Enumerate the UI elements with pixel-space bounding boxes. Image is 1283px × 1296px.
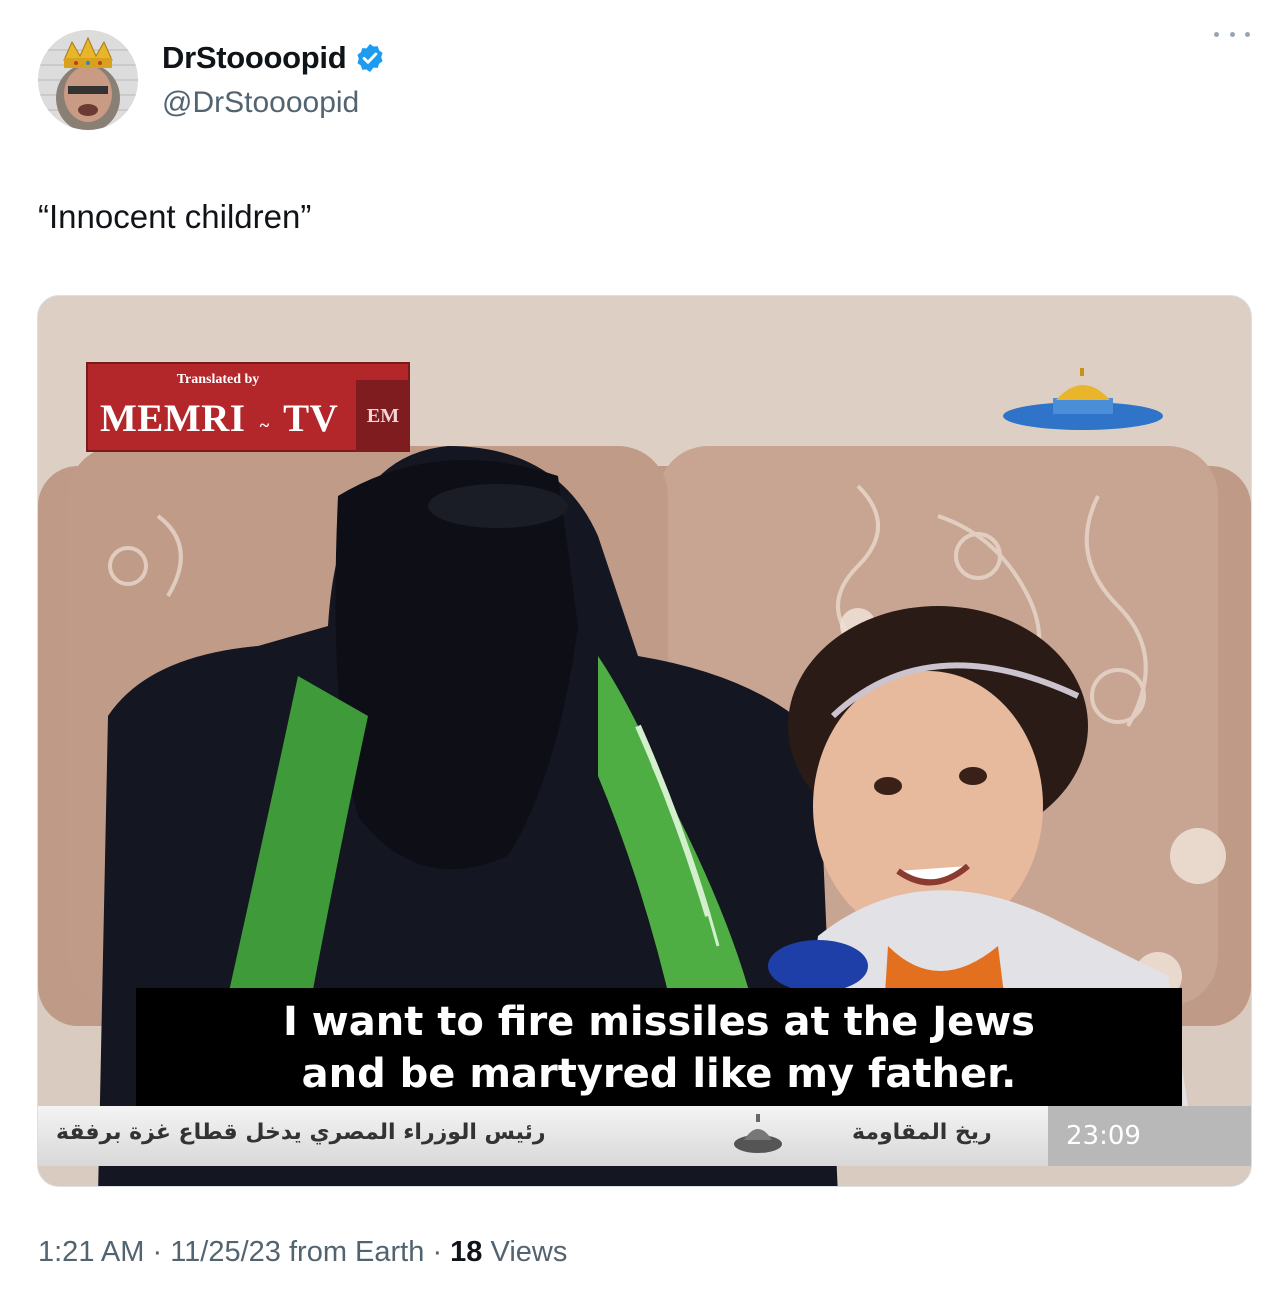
tweet-card: DrStoooopid @DrStoooopid “Innocent child… [0, 0, 1283, 1296]
tweet-date-source[interactable]: 11/25/23 from Earth [170, 1236, 424, 1268]
subtitle-line-1: I want to fire missiles at the Jews [283, 999, 1035, 1045]
author-name-row[interactable]: DrStoooopid [162, 40, 386, 76]
more-options-icon[interactable] [1214, 26, 1250, 42]
subtitle-line-2: and be martyred like my father. [301, 1051, 1017, 1097]
dome-channel-logo [998, 368, 1168, 438]
ticker-segment-title: ريخ المقاومة [852, 1120, 992, 1145]
avatar-image [38, 30, 138, 130]
ticker-clock: 23:09 [1048, 1106, 1251, 1166]
meta-separator-2: · [432, 1236, 443, 1268]
badge-translated-label: Translated by [176, 372, 260, 387]
ticker-channel-icon [728, 1110, 788, 1160]
meta-separator-1: · [152, 1236, 163, 1268]
news-ticker: رئيس الوزراء المصري يدخل قطاع غزة برفقة … [38, 1106, 1251, 1166]
badge-cube-icon: ЕМ [356, 380, 410, 452]
views-label: Views [490, 1236, 568, 1268]
tweet-metadata: 1:21 AM · 11/25/23 from Earth · 18 Views [38, 1236, 567, 1269]
tweet-time[interactable]: 1:21 AM [38, 1236, 144, 1268]
badge-tv-text: TV [283, 397, 339, 440]
video-subtitle: I want to fire missiles at the Jews and … [136, 988, 1182, 1106]
views-count: 18 [450, 1236, 483, 1268]
badge-logo-text: MEMRI [100, 397, 246, 440]
tweet-media-image[interactable]: Translated by MEMRI ~ TV ЕМ I want to fi… [37, 295, 1252, 1187]
memri-tv-badge: Translated by MEMRI ~ TV ЕМ [86, 362, 410, 452]
display-name[interactable]: DrStoooopid [162, 40, 347, 76]
tweet-text: “Innocent children” [38, 198, 312, 235]
author-handle[interactable]: @DrStoooopid [162, 86, 359, 120]
verified-badge-icon[interactable] [354, 42, 386, 74]
badge-logo-dash: ~ [259, 415, 270, 435]
avatar[interactable] [38, 30, 138, 130]
badge-logo: MEMRI ~ TV [100, 396, 338, 441]
ticker-headline: رئيس الوزراء المصري يدخل قطاع غزة برفقة [56, 1120, 546, 1145]
